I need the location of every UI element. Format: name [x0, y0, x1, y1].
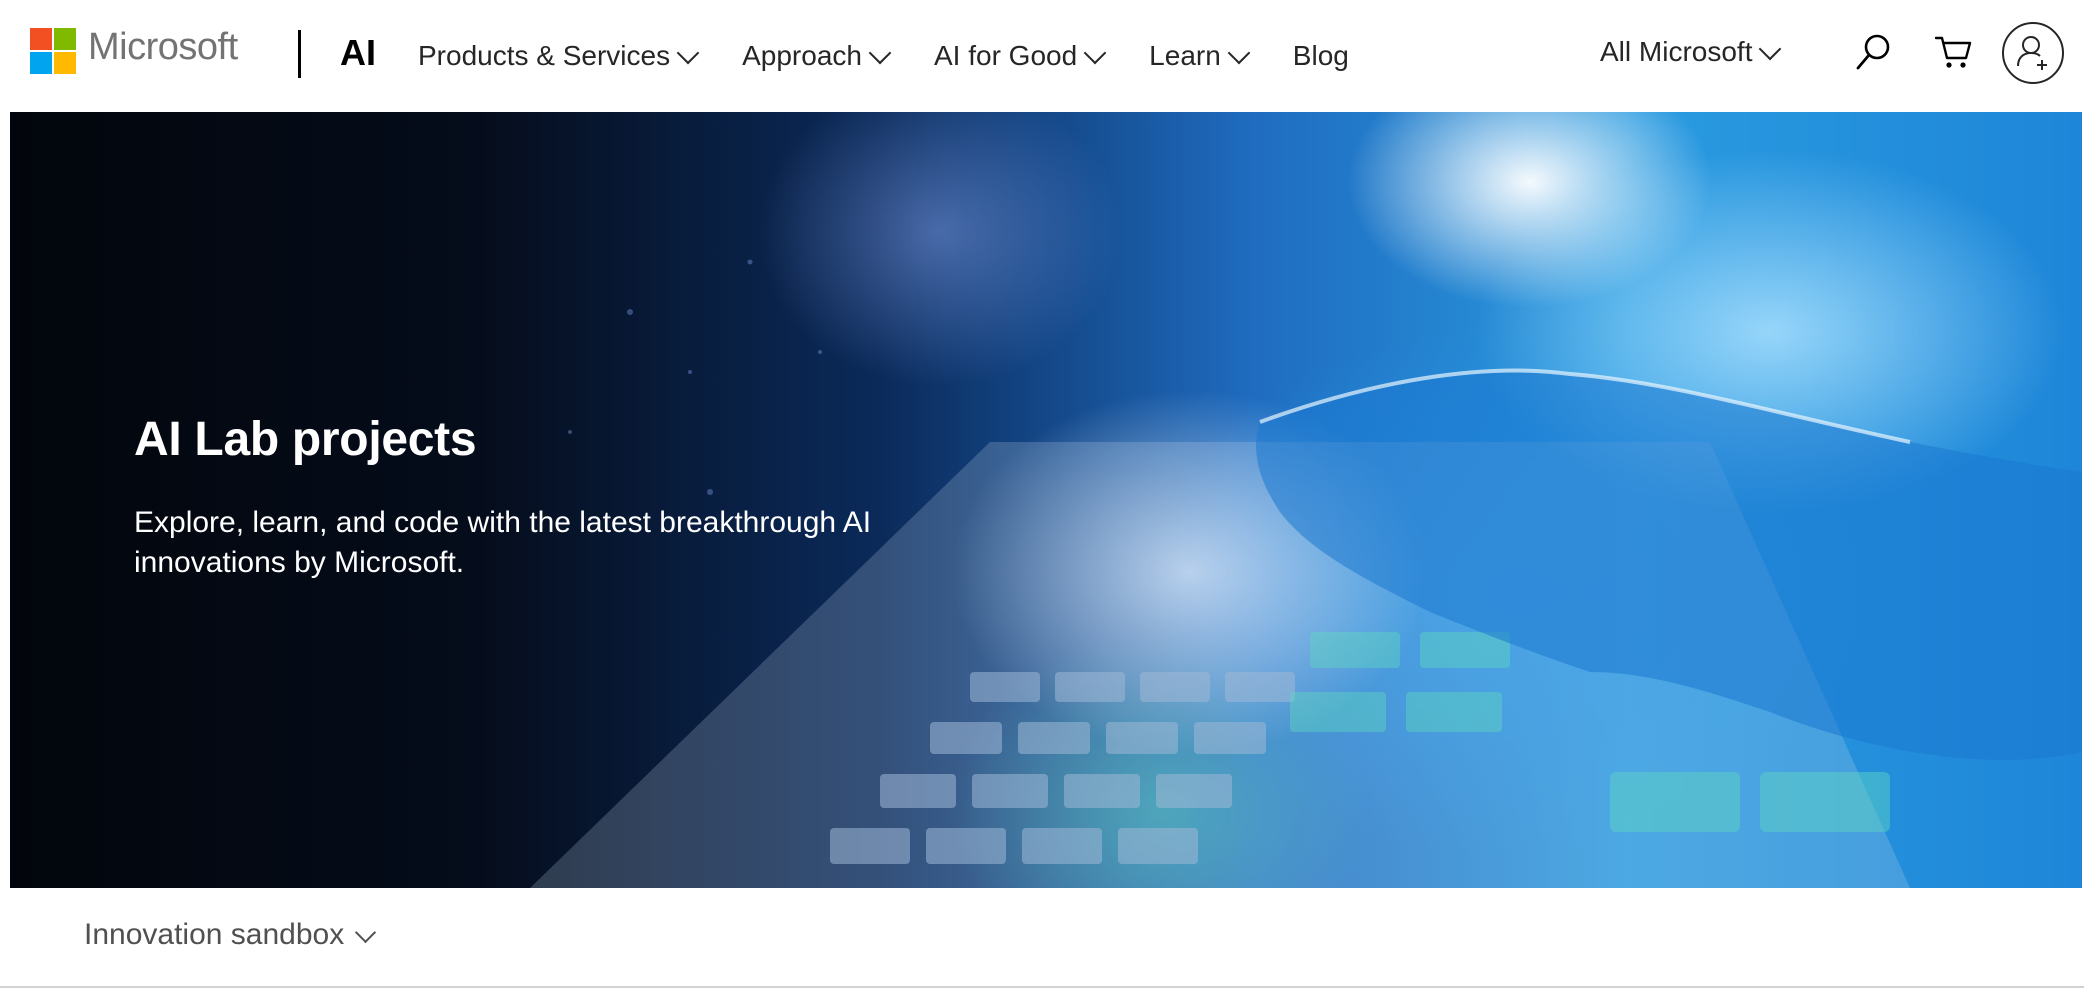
profile-icon: [2017, 36, 2047, 70]
hero-text-block: AI Lab projects Explore, learn, and code…: [134, 412, 934, 583]
chevron-down-icon: [1227, 41, 1251, 65]
section-title[interactable]: AI: [340, 32, 376, 74]
nav-ai-for-good[interactable]: AI for Good: [933, 40, 1107, 72]
chevron-down-icon: [868, 41, 892, 65]
nav-label: AI for Good: [933, 40, 1078, 71]
nav-label: Products & Services: [418, 40, 671, 71]
subnav-divider: [0, 986, 2084, 988]
nav-label: Learn: [1149, 40, 1221, 71]
hero-banner: AI Lab projects Explore, learn, and code…: [10, 112, 2082, 888]
nav-label: Approach: [742, 40, 862, 71]
chevron-down-icon: [1759, 37, 1782, 61]
header-divider: [298, 30, 301, 78]
cart-icon: [1934, 36, 1972, 68]
site-header: Microsoft AI Products & Services Approac…: [0, 0, 2094, 112]
nav-approach[interactable]: Approach: [742, 40, 892, 72]
logo-red-square: [30, 28, 52, 50]
sign-in-button[interactable]: [2002, 22, 2064, 84]
nav-label: Blog: [1292, 40, 1349, 71]
brand-name[interactable]: Microsoft: [88, 26, 238, 69]
nav-products-services[interactable]: Products & Services: [418, 40, 700, 72]
logo-blue-square: [30, 52, 52, 74]
microsoft-logo[interactable]: [30, 28, 76, 74]
cart-button[interactable]: [1932, 30, 1976, 74]
nav-learn[interactable]: Learn: [1149, 40, 1251, 72]
hero-title: AI Lab projects: [134, 413, 477, 466]
chevron-down-icon: [676, 41, 700, 65]
search-button[interactable]: [1852, 30, 1896, 74]
innovation-sandbox-label: Innovation sandbox: [84, 918, 345, 951]
innovation-sandbox-menu[interactable]: Innovation sandbox: [84, 918, 377, 952]
logo-yellow-square: [54, 52, 76, 74]
main-nav: Products & Services Approach AI for Good…: [418, 0, 1395, 112]
hero-description: Explore, learn, and code with the latest…: [134, 506, 872, 579]
chevron-down-icon: [355, 921, 377, 943]
all-microsoft-menu[interactable]: All Microsoft: [1600, 36, 1782, 68]
all-microsoft-label: All Microsoft: [1600, 36, 1753, 67]
nav-blog[interactable]: Blog: [1293, 40, 1349, 72]
search-icon: [1856, 34, 1890, 70]
chevron-down-icon: [1083, 41, 1107, 65]
logo-green-square: [54, 28, 76, 50]
